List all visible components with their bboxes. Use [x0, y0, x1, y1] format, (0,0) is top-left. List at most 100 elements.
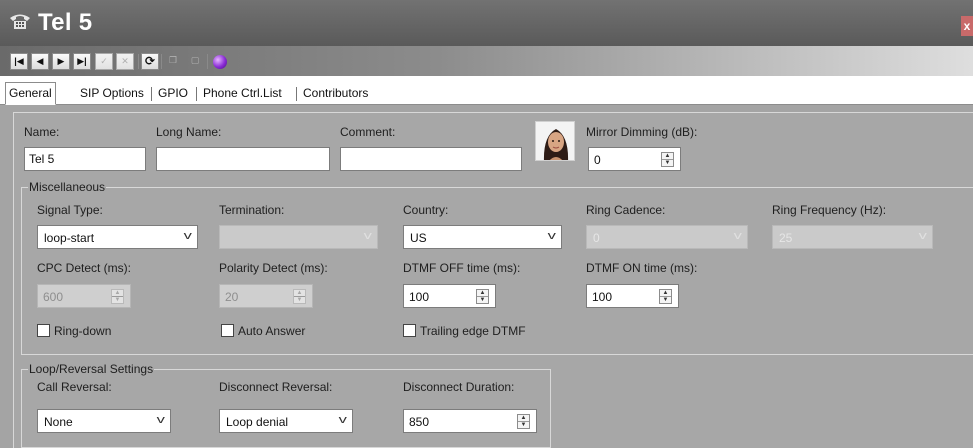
long-name-label: Long Name: — [156, 125, 222, 139]
mirror-dimming-arrows[interactable]: ▲ ▼ — [661, 152, 674, 167]
general-panel: Name: Tel 5 Long Name: Comment: Mirror D… — [13, 112, 973, 448]
refresh-icon[interactable]: ⟳ — [141, 53, 159, 70]
trailing-edge-dtmf-label: Trailing edge DTMF — [420, 324, 526, 338]
ring-cadence-select[interactable]: 0 v — [586, 225, 748, 249]
ring-frequency-select[interactable]: 25 v — [772, 225, 933, 249]
dtmf-off-stepper[interactable]: 100 ▲ ▼ — [403, 284, 496, 308]
disconnect-duration-value: 850 — [409, 415, 430, 429]
cancel-icon[interactable]: ✕ — [116, 53, 134, 70]
termination-select[interactable]: v — [219, 225, 378, 249]
auto-answer-box[interactable] — [221, 324, 234, 337]
ring-cadence-value: 0 — [593, 231, 600, 245]
trailing-edge-dtmf-checkbox[interactable]: Trailing edge DTMF — [403, 323, 553, 339]
chevron-down-icon: v — [338, 414, 347, 426]
disconnect-duration-stepper[interactable]: 850 ▲ ▼ — [403, 409, 537, 433]
signal-type-label: Signal Type: — [37, 203, 103, 217]
dtmf-on-label: DTMF ON time (ms): — [586, 261, 698, 275]
auto-answer-label: Auto Answer — [238, 324, 306, 338]
cpc-detect-value: 600 — [43, 290, 64, 304]
copy-icon[interactable]: ❐ — [164, 53, 182, 70]
chevron-down-icon: v — [156, 414, 165, 426]
tab-gpio[interactable]: GPIO — [155, 84, 191, 105]
dtmf-on-value: 100 — [592, 290, 613, 304]
ring-down-box[interactable] — [37, 324, 50, 337]
termination-label: Termination: — [219, 203, 285, 217]
paste-icon[interactable]: ▢ — [186, 53, 204, 70]
next-record-icon[interactable]: ▶ — [52, 53, 70, 70]
globe-icon[interactable] — [213, 55, 227, 69]
trailing-edge-dtmf-box[interactable] — [403, 324, 416, 337]
previous-record-icon[interactable]: ◀ — [31, 53, 49, 70]
contributor-photo — [536, 122, 574, 160]
country-value: US — [410, 231, 427, 245]
chevron-down-icon: v — [183, 230, 192, 242]
confirm-icon[interactable]: ✓ — [95, 53, 113, 70]
ring-frequency-label: Ring Frequency (Hz): — [772, 203, 887, 217]
disconnect-reversal-value: Loop denial — [226, 415, 289, 429]
dtmf-off-arrows[interactable]: ▲ ▼ — [476, 289, 489, 304]
tab-strip: General SIP Options GPIO Phone Ctrl.List… — [0, 76, 973, 105]
tab-contributors[interactable]: Contributors — [300, 84, 371, 105]
dtmf-on-stepper[interactable]: 100 ▲ ▼ — [586, 284, 679, 308]
dtmf-off-value: 100 — [409, 290, 430, 304]
signal-type-select[interactable]: loop-start v — [37, 225, 198, 249]
toolbar-separator — [207, 54, 208, 69]
cpc-detect-label: CPC Detect (ms): — [37, 261, 132, 275]
window-title: Tel 5 — [38, 9, 93, 36]
polarity-detect-stepper[interactable]: 20 ▲ ▼ — [219, 284, 313, 308]
chevron-down-icon: v — [547, 230, 556, 242]
cpc-detect-arrows[interactable]: ▲ ▼ — [111, 289, 124, 304]
call-reversal-label: Call Reversal: — [37, 380, 112, 394]
chevron-down-icon: v — [918, 230, 927, 242]
chevron-down-icon: v — [733, 230, 742, 242]
call-reversal-select[interactable]: None v — [37, 409, 171, 433]
tab-phone-ctrl-list[interactable]: Phone Ctrl.List — [200, 84, 285, 105]
auto-answer-checkbox[interactable]: Auto Answer — [221, 323, 331, 339]
tab-separator — [296, 87, 297, 101]
tab-general[interactable]: General — [5, 82, 56, 105]
long-name-field[interactable] — [156, 147, 330, 171]
tab-separator — [151, 87, 152, 101]
tab-sip-options[interactable]: SIP Options — [77, 84, 147, 105]
mirror-dimming-stepper[interactable]: 0 ▲ ▼ — [588, 147, 681, 171]
close-button[interactable]: x — [961, 16, 973, 36]
avatar[interactable] — [535, 121, 575, 161]
last-record-icon[interactable]: ▶| — [73, 53, 91, 70]
miscellaneous-group: Miscellaneous Signal Type: loop-start v … — [21, 180, 973, 355]
name-label: Name: — [24, 125, 60, 139]
country-label: Country: — [403, 203, 449, 217]
call-reversal-value: None — [44, 415, 73, 429]
toolbar-separator — [138, 54, 139, 69]
dtmf-on-arrows[interactable]: ▲ ▼ — [659, 289, 672, 304]
toolbar-separator — [161, 54, 162, 69]
loop-reversal-title: Loop/Reversal Settings — [28, 362, 155, 376]
loop-reversal-group: Loop/Reversal Settings Call Reversal: No… — [21, 362, 551, 448]
telephone-icon — [10, 14, 30, 29]
comment-field[interactable] — [340, 147, 522, 171]
ring-frequency-value: 25 — [779, 231, 793, 245]
name-field[interactable]: Tel 5 — [24, 147, 146, 171]
title-bar: Tel 5 x — [0, 0, 973, 46]
polarity-detect-value: 20 — [225, 290, 239, 304]
ring-down-label: Ring-down — [54, 324, 112, 338]
tab-separator — [196, 87, 197, 101]
ring-cadence-label: Ring Cadence: — [586, 203, 666, 217]
mirror-dimming-value: 0 — [594, 153, 601, 167]
country-select[interactable]: US v — [403, 225, 562, 249]
cpc-detect-stepper[interactable]: 600 ▲ ▼ — [37, 284, 131, 308]
disconnect-duration-label: Disconnect Duration: — [403, 380, 515, 394]
dtmf-off-label: DTMF OFF time (ms): — [403, 261, 521, 275]
disconnect-reversal-select[interactable]: Loop denial v — [219, 409, 353, 433]
polarity-detect-arrows[interactable]: ▲ ▼ — [293, 289, 306, 304]
ring-down-checkbox[interactable]: Ring-down — [37, 323, 147, 339]
chevron-down-icon: v — [363, 230, 372, 242]
signal-type-value: loop-start — [44, 231, 95, 245]
disconnect-duration-arrows[interactable]: ▲ ▼ — [517, 414, 530, 429]
disconnect-reversal-label: Disconnect Reversal: — [219, 380, 333, 394]
polarity-detect-label: Polarity Detect (ms): — [219, 261, 328, 275]
mirror-dimming-label: Mirror Dimming (dB): — [586, 125, 698, 139]
toolbar: |◀ ◀ ▶ ▶| ✓ ✕ ⟳ ❐ ▢ — [0, 46, 973, 76]
first-record-icon[interactable]: |◀ — [10, 53, 28, 70]
comment-label: Comment: — [340, 125, 396, 139]
miscellaneous-title: Miscellaneous — [28, 180, 107, 194]
